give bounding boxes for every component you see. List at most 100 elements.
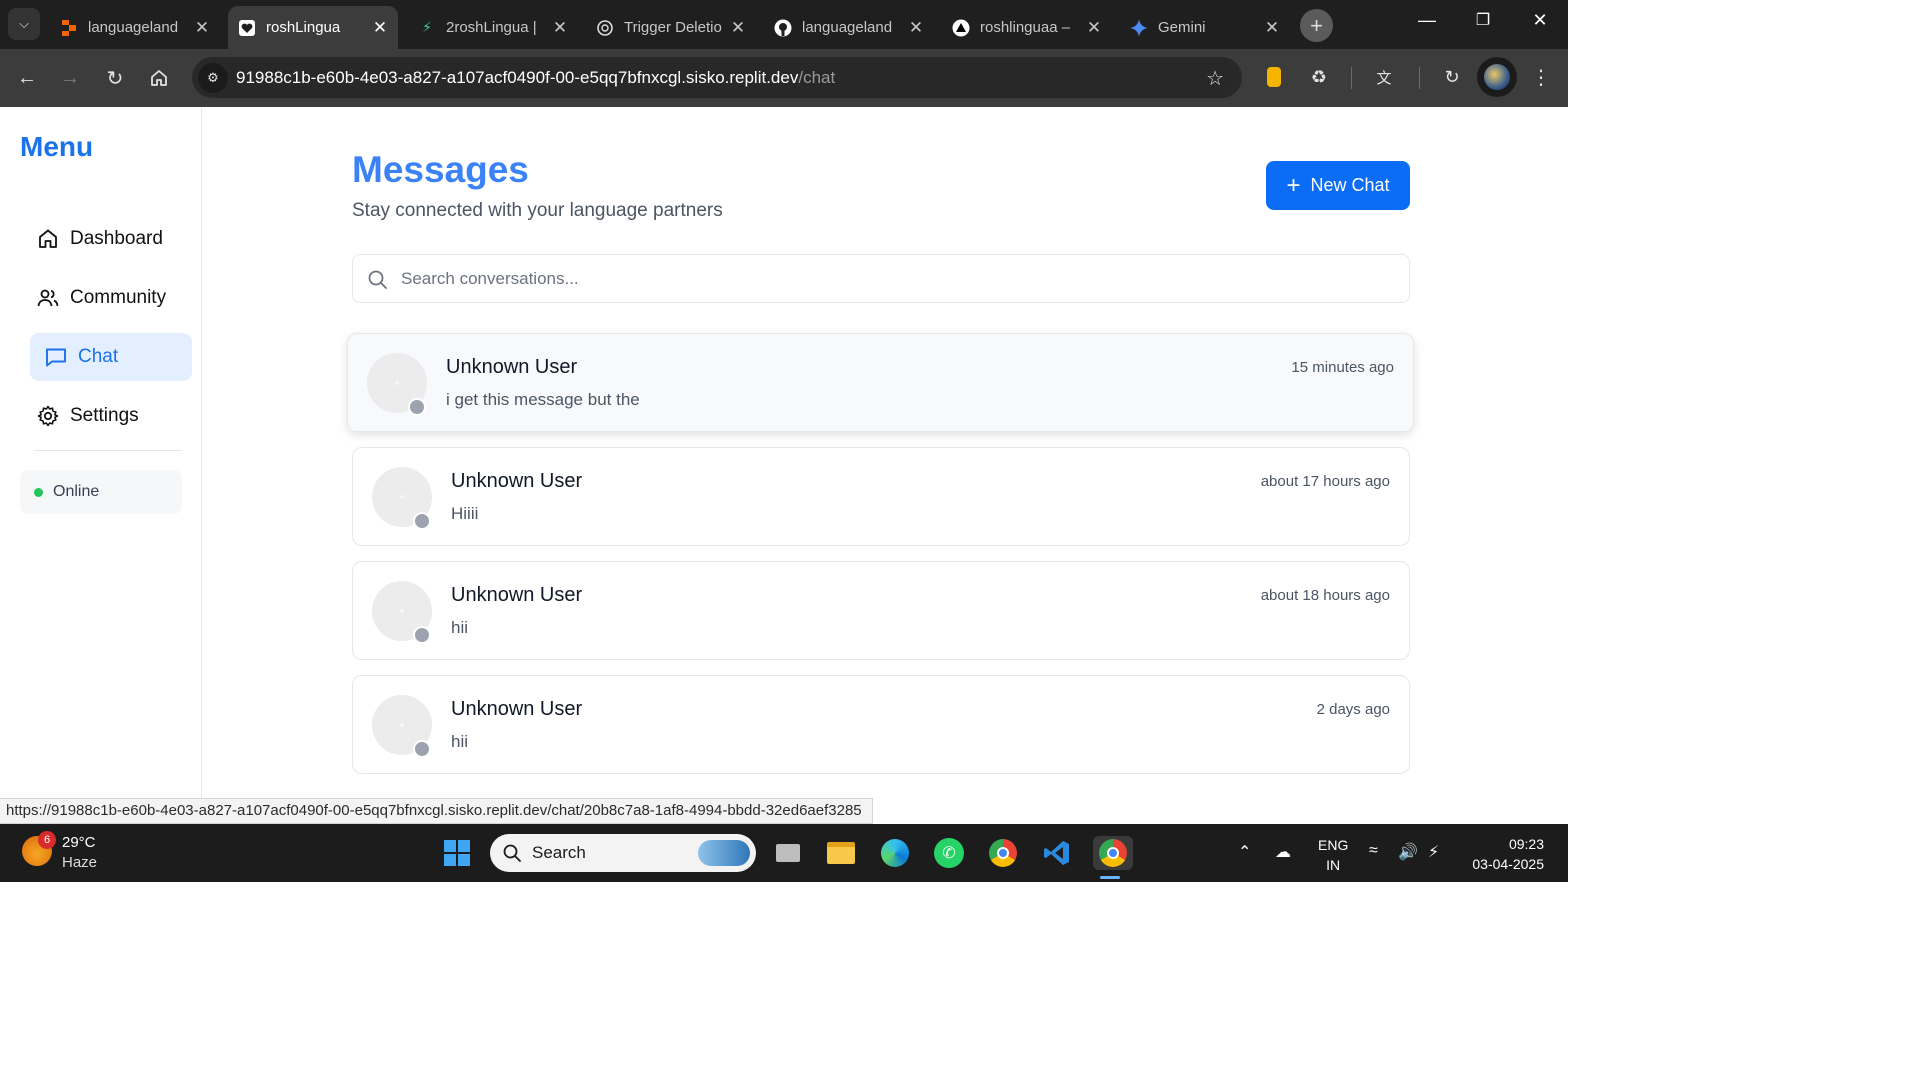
conversation-name: Unknown User [451,698,583,720]
battery-charging-icon[interactable]: ⚡ [1428,842,1439,862]
tab-2roshlingua[interactable]: ⚡ 2roshLingua | ✕ [408,6,578,49]
conversation-item[interactable]: Unknown User hii about 18 hours ago [352,561,1410,660]
url-text[interactable]: 91988c1b-e60b-4e03-a827-a107acf0490f-00-… [236,68,835,88]
file-explorer-icon[interactable] [824,836,858,870]
taskbar-search-label: Search [532,843,586,862]
browser-toolbar: ← → ↻ ⚙ 91988c1b-e60b-4e03-a827-a107acf0… [0,49,1568,107]
close-icon[interactable]: ✕ [726,18,750,38]
openai-icon [596,19,614,37]
site-info-icon[interactable]: ⚙ [198,63,228,93]
sidebar-item-dashboard[interactable]: Dashboard [30,215,192,263]
close-icon[interactable]: ✕ [190,18,214,38]
gear-icon [37,405,59,427]
show-hidden-icons-chevron-icon[interactable]: ⌃ [1238,842,1251,862]
status-dot-icon [413,740,431,758]
sidebar-item-label: Settings [70,405,139,426]
tab-title: 2roshLingua | [446,19,537,36]
profile-avatar[interactable] [1477,57,1517,97]
windows-start-icon[interactable] [440,836,474,870]
extensions-puzzle-icon[interactable]: ♻ [1306,64,1332,90]
status-dot-icon [413,626,431,644]
search-input[interactable] [401,265,1381,293]
restore-button[interactable]: ❐ [1468,10,1498,30]
main-content: Messages Stay connected with your langua… [202,107,1568,824]
tab-languageland-github[interactable]: languageland ✕ [764,6,934,49]
tab-title: Trigger Deletio [624,19,722,36]
close-window-button[interactable]: ✕ [1525,10,1555,31]
conversation-item[interactable]: Unknown User hii 2 days ago [352,675,1410,774]
weather-condition: Haze [62,854,98,871]
tab-search-button[interactable]: ⌵ [8,8,40,40]
tab-title: languageland [802,19,893,36]
gemini-icon [1130,18,1148,37]
sidebar-item-settings[interactable]: Settings [30,392,192,440]
clock-date: 03-04-2025 [1472,856,1544,872]
back-button[interactable]: ← [13,64,41,92]
conversation-time: about 17 hours ago [1260,473,1390,490]
conversation-name: Unknown User [451,584,583,606]
tab-title: Gemini [1158,19,1206,36]
plus-icon: + [1310,12,1323,38]
reload-button[interactable]: ↻ [101,64,129,92]
taskbar: 6 29°C Haze Search ✆ ⌃ ☁ ENG IN ≈ 🔊 ⚡ 09:… [0,824,1568,882]
chrome-profile-icon[interactable] [1093,836,1133,870]
close-icon[interactable]: ✕ [904,18,928,38]
edge-icon[interactable] [878,836,912,870]
conversation-item[interactable]: Unknown User Hiiii about 17 hours ago [352,447,1410,546]
tab-strip: ⌵ languageland ✕ roshLingua ✕ ⚡ 2roshLin… [0,0,1568,49]
sidebar-title: Menu [20,131,94,162]
whatsapp-icon[interactable]: ✆ [932,836,966,870]
home-icon [151,70,167,86]
replit-icon [60,19,78,37]
close-icon[interactable]: ✕ [368,18,392,38]
new-chat-label: New Chat [1310,175,1390,195]
system-clock[interactable]: 09:23 03-04-2025 [1472,834,1544,874]
more-menu-icon[interactable]: ⋮ [1528,64,1554,90]
translate-icon[interactable]: 文 [1371,64,1397,90]
new-tab-button[interactable]: + [1300,9,1333,42]
volume-icon[interactable]: 🔊 [1398,842,1418,862]
tab-gemini[interactable]: Gemini ✕ [1120,6,1290,49]
minimize-button[interactable]: — [1412,10,1442,31]
wifi-icon[interactable]: ≈ [1369,842,1378,860]
sidebar-item-community[interactable]: Community [30,274,192,322]
taskbar-search-box[interactable]: Search [490,834,756,872]
input-language[interactable]: ENG IN [1318,835,1348,875]
search-icon [503,844,521,862]
home-button[interactable] [145,64,173,92]
close-icon[interactable]: ✕ [1082,18,1106,38]
link-hover-status-bar: https://91988c1b-e60b-4e03-a827-a107acf0… [0,798,873,824]
active-app-indicator [1100,876,1120,879]
clock-time: 09:23 [1508,836,1544,852]
address-bar[interactable]: ⚙ 91988c1b-e60b-4e03-a827-a107acf0490f-0… [192,57,1242,98]
vercel-icon [952,19,970,37]
new-chat-button[interactable]: + New Chat [1266,161,1410,210]
forward-button[interactable]: → [56,64,84,92]
search-highlight-image [698,840,750,866]
search-icon [368,270,387,289]
conversation-preview: hii [451,618,469,637]
sidebar: Menu Dashboard Community Chat Settings O… [0,107,202,824]
chrome-icon[interactable] [986,836,1020,870]
tab-roshlingua[interactable]: roshLingua ✕ [228,6,398,49]
tab-roshlinguaa-vercel[interactable]: roshlinguaa – ✕ [942,6,1112,49]
conversation-time: 2 days ago [1316,701,1390,718]
bookmark-star-icon[interactable]: ☆ [1206,66,1224,91]
home-icon [39,229,57,248]
page-viewport: Menu Dashboard Community Chat Settings O… [0,107,1568,824]
task-view-icon[interactable] [771,836,805,870]
sidebar-item-chat[interactable]: Chat [30,333,192,381]
status-dot-icon [408,398,426,416]
onedrive-cloud-icon[interactable]: ☁ [1275,842,1291,862]
tab-trigger-deletion[interactable]: Trigger Deletio ✕ [586,6,756,49]
vscode-icon[interactable] [1040,836,1074,870]
tab-languageland-replit[interactable]: languageland ✕ [50,6,220,49]
conversation-item[interactable]: Unknown User i get this message but the … [347,333,1414,432]
close-icon[interactable]: ✕ [1260,18,1284,38]
heart-icon [238,19,256,37]
close-icon[interactable]: ✕ [548,18,572,38]
online-status: Online [20,470,182,514]
performance-icon[interactable]: ↻ [1439,64,1465,90]
extension-yellow-icon[interactable] [1261,64,1287,90]
chat-icon [46,348,66,367]
